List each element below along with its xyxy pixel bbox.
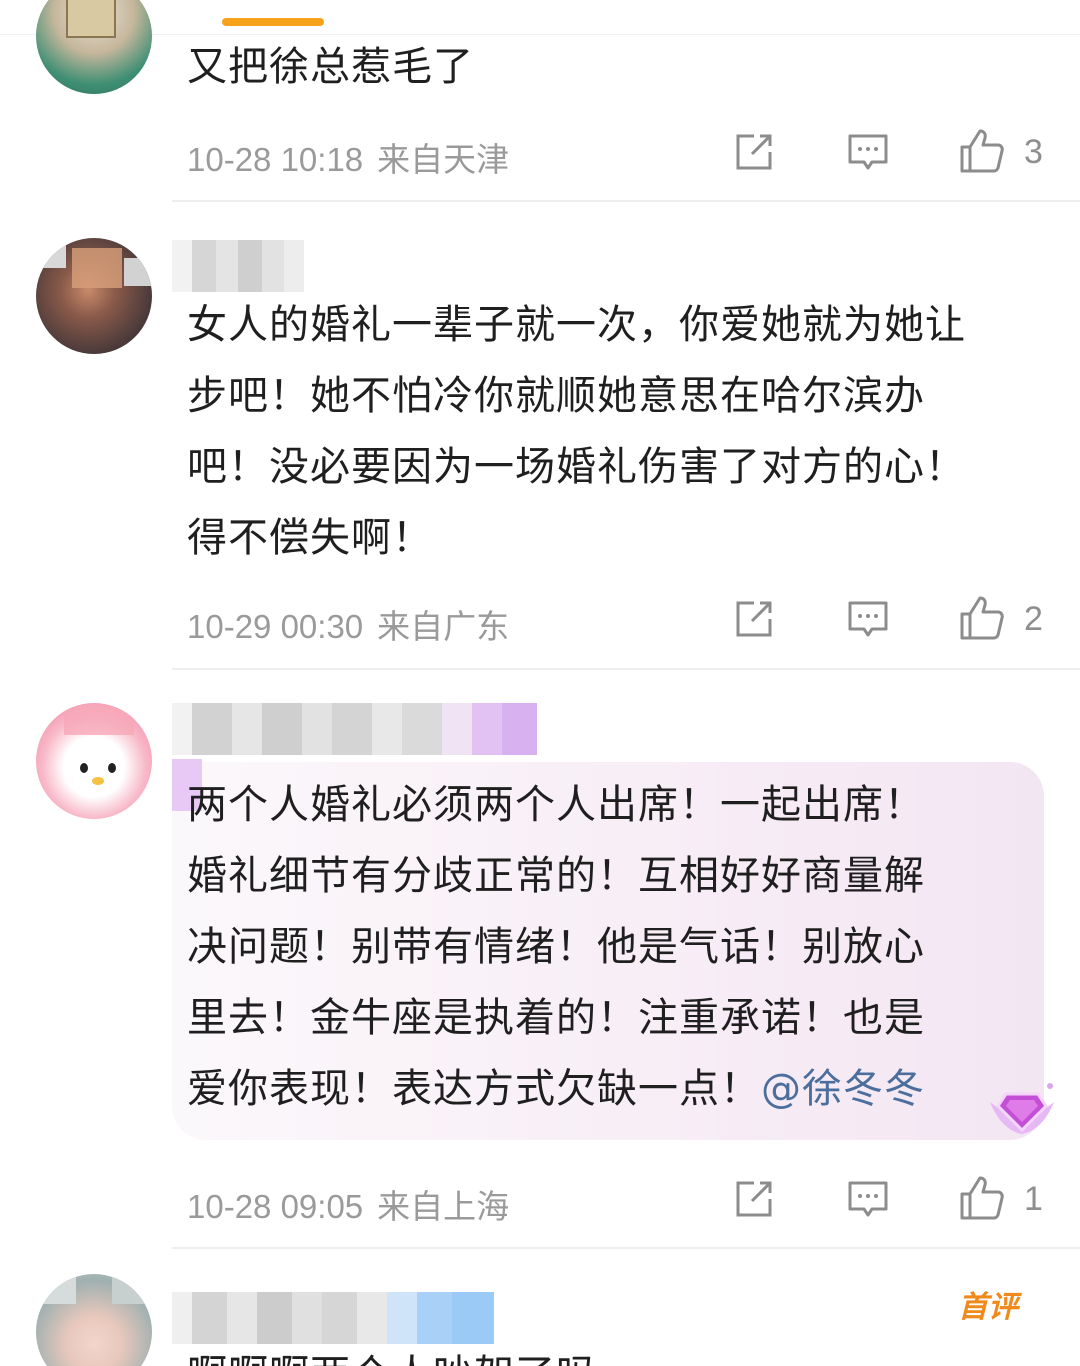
like-count: 1: [1024, 1180, 1043, 1218]
avatar[interactable]: [36, 1274, 152, 1366]
first-comment-badge: 首评: [958, 1290, 1018, 1325]
avatar[interactable]: [36, 703, 152, 819]
share-icon[interactable]: [732, 1177, 776, 1221]
comment-text: 又把徐总惹毛了: [187, 44, 474, 90]
scroll-indicator: [222, 18, 324, 26]
mention-link[interactable]: @徐冬冬: [761, 1066, 925, 1112]
like-icon[interactable]: [958, 127, 1006, 175]
share-icon[interactable]: [732, 597, 776, 641]
timestamp: 10-28 10:18: [187, 141, 364, 178]
divider: [172, 1247, 1080, 1249]
share-icon[interactable]: [732, 130, 776, 174]
like-count: 2: [1024, 600, 1043, 638]
location: 来自天津: [377, 141, 510, 178]
comment-icon[interactable]: [846, 597, 890, 641]
username[interactable]: [172, 703, 547, 811]
comment-text: 两个人婚礼必须两个人出席！一起出席！ 婚礼细节有分歧正常的！互相好好商量解 决问…: [187, 782, 925, 1112]
timestamp: 10-28 09:05: [187, 1188, 364, 1225]
comment-meta: 10-29 00:30 来自广东: [187, 600, 509, 648]
divider: [172, 668, 1080, 670]
diamond-badge-icon: [990, 1083, 1054, 1134]
timestamp: 10-29 00:30: [187, 608, 364, 645]
like-count: 3: [1024, 133, 1043, 171]
comment-icon[interactable]: [846, 130, 890, 174]
comment-text: 啊啊啊两个人吵架了吗: [187, 1340, 597, 1366]
comment-icon[interactable]: [846, 1177, 890, 1221]
like-icon[interactable]: [958, 1174, 1006, 1222]
location: 来自广东: [377, 608, 510, 645]
avatar[interactable]: [36, 238, 152, 354]
divider: [0, 34, 1080, 35]
username[interactable]: [172, 1292, 494, 1344]
location: 来自上海: [377, 1188, 510, 1225]
comment-meta: 10-28 09:05 来自上海: [187, 1180, 509, 1228]
divider: [172, 200, 1080, 202]
comment-text: 女人的婚礼一辈子就一次，你爱她就为她让 步吧！她不怕冷你就顺她意思在哈尔滨办 吧…: [187, 302, 966, 561]
username[interactable]: [172, 240, 304, 292]
like-icon[interactable]: [958, 594, 1006, 642]
comment-meta: 10-28 10:18 来自天津: [187, 133, 509, 181]
avatar[interactable]: [36, 0, 152, 94]
